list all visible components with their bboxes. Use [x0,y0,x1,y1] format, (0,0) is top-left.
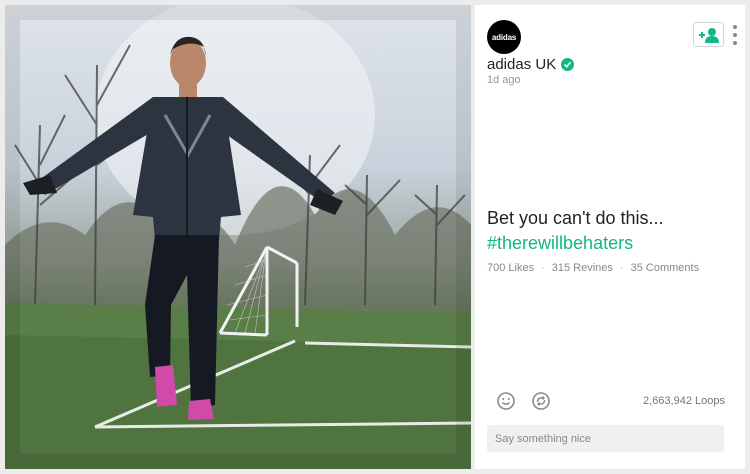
revine-icon[interactable] [531,391,551,411]
add-user-icon [698,27,719,43]
smiley-icon[interactable] [496,391,516,411]
follow-button[interactable] [693,22,724,47]
comments-count[interactable]: 35 Comments [631,262,699,274]
author-name-row: adidas UK [487,56,575,73]
vine-post: adidas adidas UK 1d ago Bet you can't do… [0,0,750,474]
more-options-button[interactable] [731,23,739,47]
post-stats: 700 Likes · 315 Revines · 35 Comments [487,262,700,274]
post-timestamp: 1d ago [487,74,521,86]
hashtag-link[interactable]: #therewillbehaters [487,231,633,255]
verified-check-icon [561,58,575,71]
avatar[interactable]: adidas [487,20,521,54]
loops-count: 2,663,942 Loops [643,395,725,407]
avatar-label: adidas [491,32,517,42]
video-player[interactable] [5,5,471,469]
comment-input[interactable] [487,425,724,452]
post-caption: Bet you can't do this... [487,208,664,228]
post-details-panel: adidas adidas UK 1d ago Bet you can't do… [475,5,745,469]
likes-count[interactable]: 700 Likes [487,262,534,274]
vertical-dots-icon [733,25,737,29]
revines-count[interactable]: 315 Revines [552,262,613,274]
video-frame-image [5,5,471,469]
author-name[interactable]: adidas UK [487,56,556,73]
